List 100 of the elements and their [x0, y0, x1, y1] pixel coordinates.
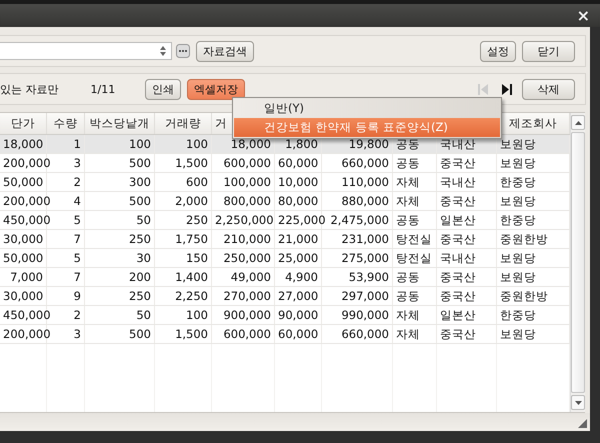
table-cell: 국내산 [437, 249, 497, 267]
delete-button[interactable]: 삭제 [522, 78, 575, 100]
table-cell: 100 [85, 135, 155, 153]
table-cell: 공동 [393, 211, 437, 229]
table-cell: 1,750 [155, 230, 212, 248]
table-cell: 90,000 [275, 306, 322, 324]
table-cell: 1,500 [155, 154, 212, 172]
table-cell: 25,000 [275, 249, 322, 267]
table-row[interactable]: 50,000 2 300 600 100,000 10,000 110,000 자체 국내산 한중당 [0, 173, 570, 192]
table-cell: 990,000 [322, 306, 393, 324]
column-header[interactable]: 거래량 [155, 113, 212, 134]
toolbar-button[interactable]: 닫기 [522, 40, 575, 62]
last-page-icon[interactable] [502, 84, 512, 94]
table-cell: 800,000 [212, 192, 275, 210]
column-header[interactable]: 단가 [0, 113, 47, 134]
table-cell: 500 [85, 325, 155, 343]
toolbar-button[interactable]: 인쇄 [145, 78, 182, 100]
table-cell: 210,000 [212, 230, 275, 248]
table-cell: 300 [85, 173, 155, 191]
table-row[interactable]: 7,000 7 200 1,400 49,000 4,900 53,900 공동 중국산 보원당 [0, 268, 570, 287]
table-cell: 1,400 [155, 268, 212, 286]
table-cell: 270,000 [212, 287, 275, 305]
table-row[interactable]: 30,000 7 250 1,750 210,000 21,000 231,000 탕전실 중국산 중원한방 [0, 230, 570, 249]
table-cell: 7,000 [0, 268, 47, 286]
menu-item[interactable]: 일반(Y) [234, 99, 500, 118]
table-cell: 50,000 [0, 249, 47, 267]
table-row[interactable]: 50,000 5 30 150 250,000 25,000 275,000 탕전실 국내산 보원당 [0, 249, 570, 268]
table-cell: 275,000 [322, 249, 393, 267]
table-cell: 중국산 [437, 230, 497, 248]
table-cell: 7 [47, 230, 85, 248]
scroll-up-icon[interactable] [574, 120, 582, 124]
table-cell: 27,000 [275, 287, 322, 305]
table-cell: 4,900 [275, 268, 322, 286]
table-cell: 250,000 [212, 249, 275, 267]
table-cell: 660,000 [322, 154, 393, 172]
table-cell: 600 [155, 173, 212, 191]
page-counter: 1/11 [90, 82, 116, 96]
table-cell: 2 [47, 173, 85, 191]
table-cell: 9 [47, 287, 85, 305]
table-cell: 50,000 [0, 173, 47, 191]
table-cell: 250 [85, 287, 155, 305]
table-cell: 7 [47, 268, 85, 286]
table-cell: 250 [85, 230, 155, 248]
table-cell: 2,000 [155, 192, 212, 210]
table-cell: 231,000 [322, 230, 393, 248]
table-cell: 18,000 [0, 135, 47, 153]
table-cell: 150 [155, 249, 212, 267]
spinner-icon[interactable] [159, 45, 167, 57]
table-cell: 500 [85, 192, 155, 210]
table-cell: 600,000 [212, 154, 275, 172]
table-cell: 30 [85, 249, 155, 267]
table-cell: 10,000 [275, 173, 322, 191]
scroll-thumb[interactable] [571, 132, 585, 393]
table-cell: 110,000 [322, 173, 393, 191]
table-cell: 60,000 [275, 325, 322, 343]
table-cell: 30,000 [0, 287, 47, 305]
table-cell: 중국산 [437, 268, 497, 286]
table-cell: 공동 [393, 268, 437, 286]
table-cell: 250 [155, 211, 212, 229]
table-cell: 50 [85, 306, 155, 324]
column-header[interactable]: 박스당낱개 [85, 113, 155, 134]
table-cell: 100 [155, 306, 212, 324]
toolbar-button[interactable]: 엑셀저장 [187, 78, 246, 100]
filter-label: 있는 자료만 [0, 82, 58, 96]
scrollbar[interactable] [570, 113, 585, 412]
table-cell: 공동 [393, 287, 437, 305]
table-cell: 80,000 [275, 192, 322, 210]
table-cell: 600,000 [212, 325, 275, 343]
table-cell: 900,000 [212, 306, 275, 324]
table-cell: 중국산 [437, 287, 497, 305]
table-cell: 49,000 [212, 268, 275, 286]
table-cell: 60,000 [275, 154, 322, 172]
table-cell: 일본산 [437, 306, 497, 324]
table-cell: 100 [155, 135, 212, 153]
table-cell: 53,900 [322, 268, 393, 286]
search-button[interactable]: 자료검색 [196, 40, 254, 62]
table-cell: 21,000 [275, 230, 322, 248]
resize-grip-icon[interactable] [578, 419, 587, 428]
table-cell: 중국산 [437, 154, 497, 172]
table-cell: 1,500 [155, 325, 212, 343]
more-icon[interactable] [176, 44, 190, 58]
table-cell: 660,000 [322, 325, 393, 343]
table-cell: 자체 [393, 173, 437, 191]
table-cell: 2,250,000 [212, 211, 275, 229]
table-cell: 국내산 [437, 173, 497, 191]
table-cell: 중국산 [437, 325, 497, 343]
close-button[interactable]: × [576, 6, 590, 25]
table-cell: 5 [47, 249, 85, 267]
table-cell: 탕전실 [393, 249, 437, 267]
table-row[interactable]: 30,000 9 250 2,250 270,000 27,000 297,000 공동 중국산 중원한방 [0, 287, 570, 306]
table-row[interactable]: 18,000 1 100 100 18,000 1,800 19,800 공동 국내산 보원당 [0, 135, 570, 154]
table-cell: 자체 [393, 325, 437, 343]
toolbar-button[interactable]: 설정 [480, 40, 516, 62]
scroll-down-icon[interactable] [574, 400, 582, 404]
table-cell: 자체 [393, 192, 437, 210]
table-cell: 공동 [393, 154, 437, 172]
table-cell: 500 [85, 154, 155, 172]
column-header[interactable]: 수량 [47, 113, 85, 134]
table-cell: 자체 [393, 306, 437, 324]
search-field[interactable] [0, 42, 172, 60]
